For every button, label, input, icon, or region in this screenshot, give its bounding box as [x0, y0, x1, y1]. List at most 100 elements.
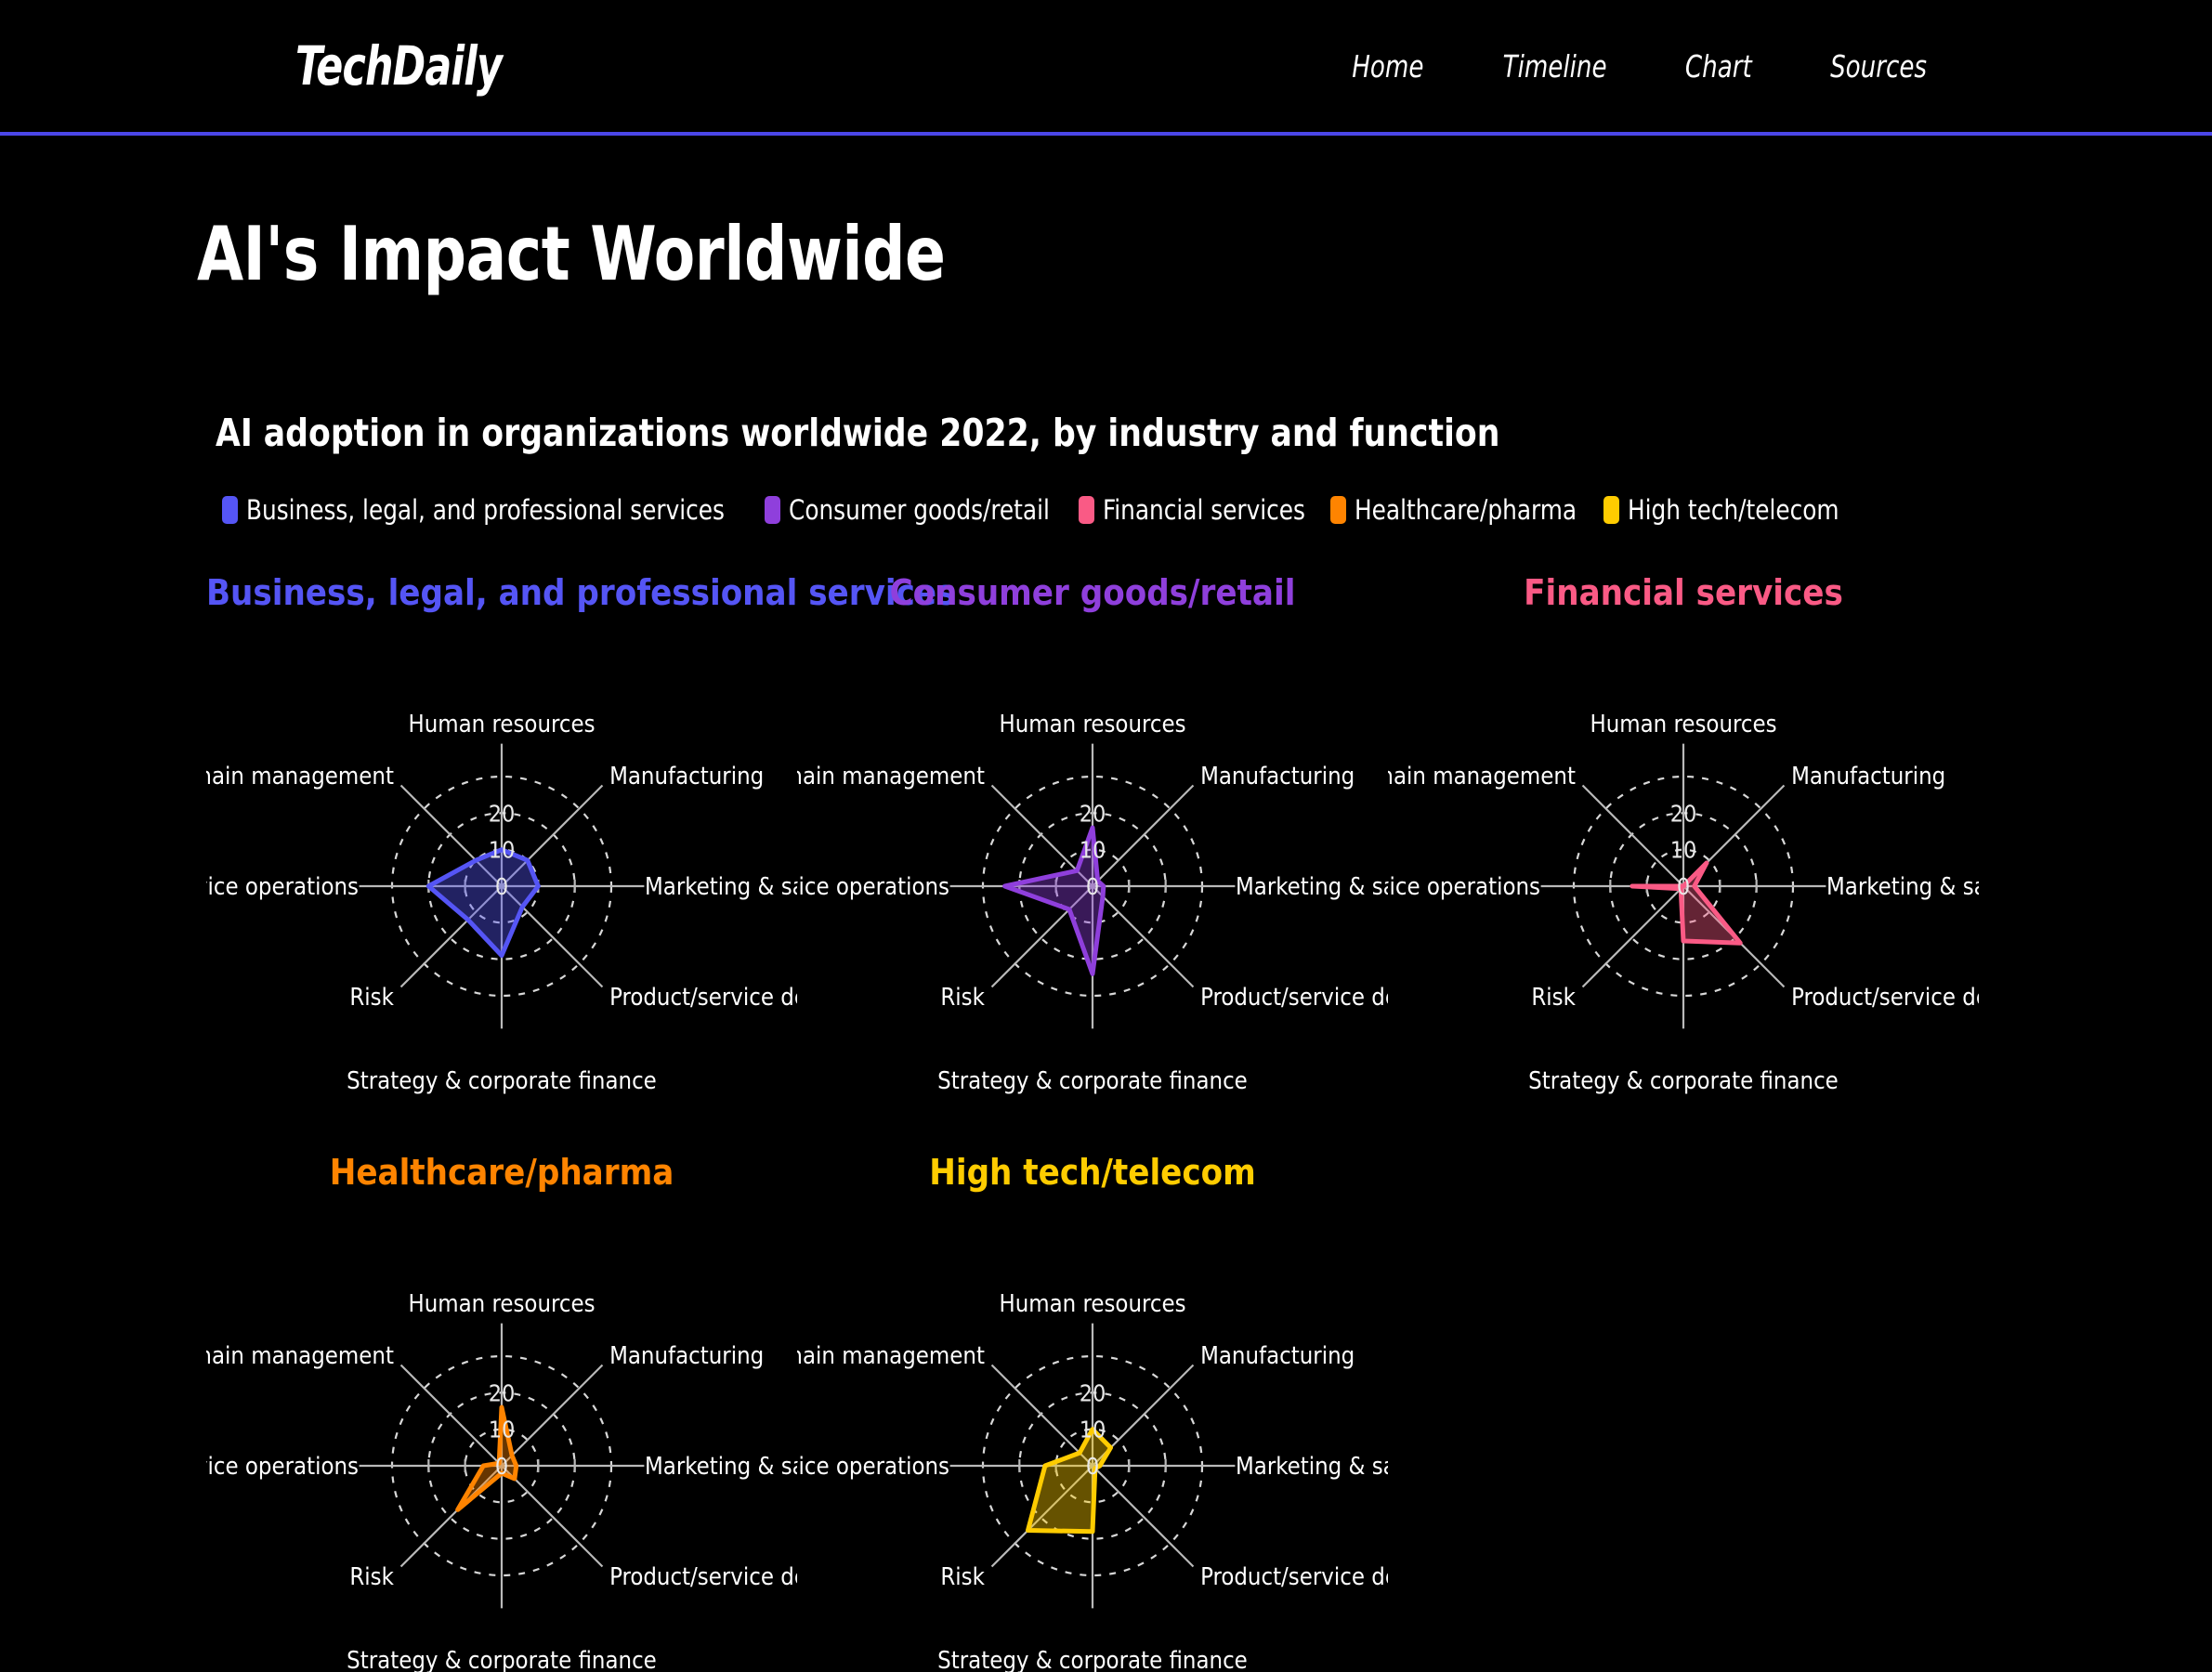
radar-axis-spoke [501, 1465, 604, 1568]
radar-panel-title: Healthcare/pharma [329, 1152, 674, 1193]
radar-radial-tick-label: 0 [1086, 1453, 1099, 1480]
radar-axis-label: Human resources [408, 1290, 595, 1318]
site-logo[interactable]: TechDaily [295, 34, 503, 98]
radar-axis-label: Marketing & sales [1826, 873, 1979, 901]
radar-plot: 0 10 20 Human resources Manufacturing Marketi… [797, 1196, 1388, 1672]
radar-axis-label: Strategy & corporate finance [347, 1647, 657, 1672]
legend-item-label: Consumer goods/retail [789, 494, 1050, 526]
radar-axis-label: Supply chain management [797, 763, 985, 790]
radar-radial-tick-label: 20 [1080, 1379, 1106, 1406]
legend-item[interactable]: High tech/telecom [1603, 494, 1851, 526]
legend-item-label: Healthcare/pharma [1355, 494, 1577, 526]
radar-radial-tick-label: 10 [1670, 837, 1697, 864]
radar-axis-label: Service operations [797, 1453, 949, 1481]
legend-swatch-icon [1078, 496, 1094, 524]
radar-panel: Financial services 0 10 20 Human resources Ma… [1388, 554, 1979, 1133]
radar-axis-label: Strategy & corporate finance [1528, 1067, 1839, 1095]
radar-axis-label: Marketing & sales [1236, 1453, 1388, 1481]
radar-chart-svg: 0 10 20 Human resources Manufacturing Marketi… [206, 711, 797, 1095]
radar-axis-label: Marketing & sales [645, 873, 797, 901]
radar-plot: 0 10 20 Human resources Manufacturing Marketi… [206, 617, 797, 1137]
radar-axis-spoke [1581, 784, 1684, 887]
nav-link-timeline[interactable]: Timeline [1503, 48, 1607, 85]
radar-axis-label: Service operations [797, 873, 949, 901]
radar-radial-tick-label: 20 [489, 800, 516, 827]
radar-axis-label: Product/service development [609, 1563, 797, 1591]
radar-axis-label: Product/service development [609, 984, 797, 1012]
radar-axis-label: Marketing & sales [1236, 873, 1388, 901]
radar-chart-svg: 0 10 20 Human resources Manufacturing Marketi… [797, 1290, 1388, 1672]
radar-panel-title: Business, legal, and professional servic… [206, 572, 956, 613]
radar-axis-label: Manufacturing [609, 763, 764, 790]
radar-axis-label: Human resources [999, 1290, 1185, 1318]
radar-axis-label: Manufacturing [1791, 763, 1945, 790]
radar-axis-label: Human resources [408, 711, 595, 738]
radar-panel: Business, legal, and professional servic… [206, 554, 956, 1133]
radar-axis-label: Service operations [1388, 873, 1540, 901]
radar-panel-title: High tech/telecom [929, 1152, 1256, 1193]
legend-item-label: High tech/telecom [1627, 494, 1839, 526]
radar-axis-spoke [1092, 885, 1195, 988]
legend-item-label: Financial services [1102, 494, 1305, 526]
legend-item[interactable]: Financial services [1078, 494, 1315, 526]
radar-axis-label: Product/service development [1791, 984, 1979, 1012]
radar-plot: 0 10 20 Human resources Manufacturing Marketi… [206, 1196, 797, 1672]
radar-radial-tick-label: 20 [1080, 800, 1106, 827]
radar-axis-label: Human resources [999, 711, 1185, 738]
radar-axis-label: Supply chain management [797, 1342, 985, 1370]
radar-axis-spoke [990, 1364, 1093, 1467]
radar-plot: 0 10 20 Human resources Manufacturing Marketi… [797, 617, 1388, 1137]
radar-radial-tick-label: 10 [489, 1417, 516, 1443]
radar-plot: 0 10 20 Human resources Manufacturing Marketi… [1388, 617, 1979, 1137]
radar-series-polygon [1026, 1427, 1113, 1535]
main-navigation: Home Timeline Chart Sources [1347, 48, 1933, 85]
radar-axis-spoke [399, 1364, 503, 1467]
legend-swatch-icon [1603, 496, 1619, 524]
radar-axis-label: Human resources [1590, 711, 1776, 738]
radar-panel: Healthcare/pharma 0 10 20 Human resources Man… [206, 1133, 797, 1672]
chart-title: AI adoption in organizations worldwide 2… [216, 411, 1500, 455]
radar-axis-label: Strategy & corporate finance [937, 1067, 1248, 1095]
legend-item[interactable]: Healthcare/pharma [1330, 494, 1589, 526]
radar-axis-label: Risk [940, 984, 985, 1012]
radar-axis-label: Supply chain management [1388, 763, 1576, 790]
radar-axis-label: Marketing & sales [645, 1453, 797, 1481]
radar-chart-svg: 0 10 20 Human resources Manufacturing Marketi… [206, 1290, 797, 1672]
legend-item[interactable]: Consumer goods/retail [765, 494, 1064, 526]
radar-chart-svg: 0 10 20 Human resources Manufacturing Marketi… [797, 711, 1388, 1095]
radar-radial-tick-label: 10 [1080, 837, 1106, 864]
radar-panel: Consumer goods/retail 0 10 20 Human resource… [797, 554, 1388, 1133]
radar-panel-grid: Business, legal, and professional servic… [206, 554, 2212, 1672]
radar-panel-title: Consumer goods/retail [889, 572, 1296, 613]
radar-radial-tick-label: 10 [489, 837, 516, 864]
page-title: AI's Impact Worldwide [197, 211, 946, 297]
radar-panel-title: Financial services [1524, 572, 1843, 613]
radar-axis-label: Risk [349, 1563, 394, 1591]
radar-axis-label: Risk [940, 1563, 985, 1591]
radar-axis-label: Strategy & corporate finance [347, 1067, 657, 1095]
radar-axis-spoke [1092, 784, 1195, 887]
radar-axis-label: Supply chain management [206, 763, 394, 790]
radar-axis-label: Product/service development [1200, 1563, 1388, 1591]
radar-radial-tick-label: 0 [495, 1453, 508, 1480]
radar-axis-spoke [1092, 1465, 1195, 1568]
nav-link-sources[interactable]: Sources [1830, 48, 1927, 85]
nav-link-home[interactable]: Home [1353, 48, 1424, 85]
radar-axis-label: Service operations [206, 873, 359, 901]
legend-item[interactable]: Business, legal, and professional servic… [222, 494, 750, 526]
radar-radial-tick-label: 0 [495, 873, 508, 900]
radar-radial-tick-label: 0 [1086, 873, 1099, 900]
radar-radial-tick-label: 10 [1080, 1417, 1106, 1443]
radar-chart-svg: 0 10 20 Human resources Manufacturing Marketi… [1388, 711, 1979, 1095]
radar-axis-label: Supply chain management [206, 1342, 394, 1370]
radar-axis-label: Risk [349, 984, 394, 1012]
legend-swatch-icon [765, 496, 781, 524]
radar-radial-tick-label: 0 [1677, 873, 1690, 900]
chart-figure: AI adoption in organizations worldwide 2… [206, 411, 2212, 1672]
chart-legend: Business, legal, and professional servic… [222, 494, 2212, 526]
site-header: TechDaily Home Timeline Chart Sources [0, 0, 2212, 136]
radar-series-polygon [425, 847, 541, 959]
radar-axis-spoke [501, 1364, 604, 1467]
nav-link-chart[interactable]: Chart [1685, 48, 1752, 85]
radar-axis-label: Risk [1531, 984, 1576, 1012]
